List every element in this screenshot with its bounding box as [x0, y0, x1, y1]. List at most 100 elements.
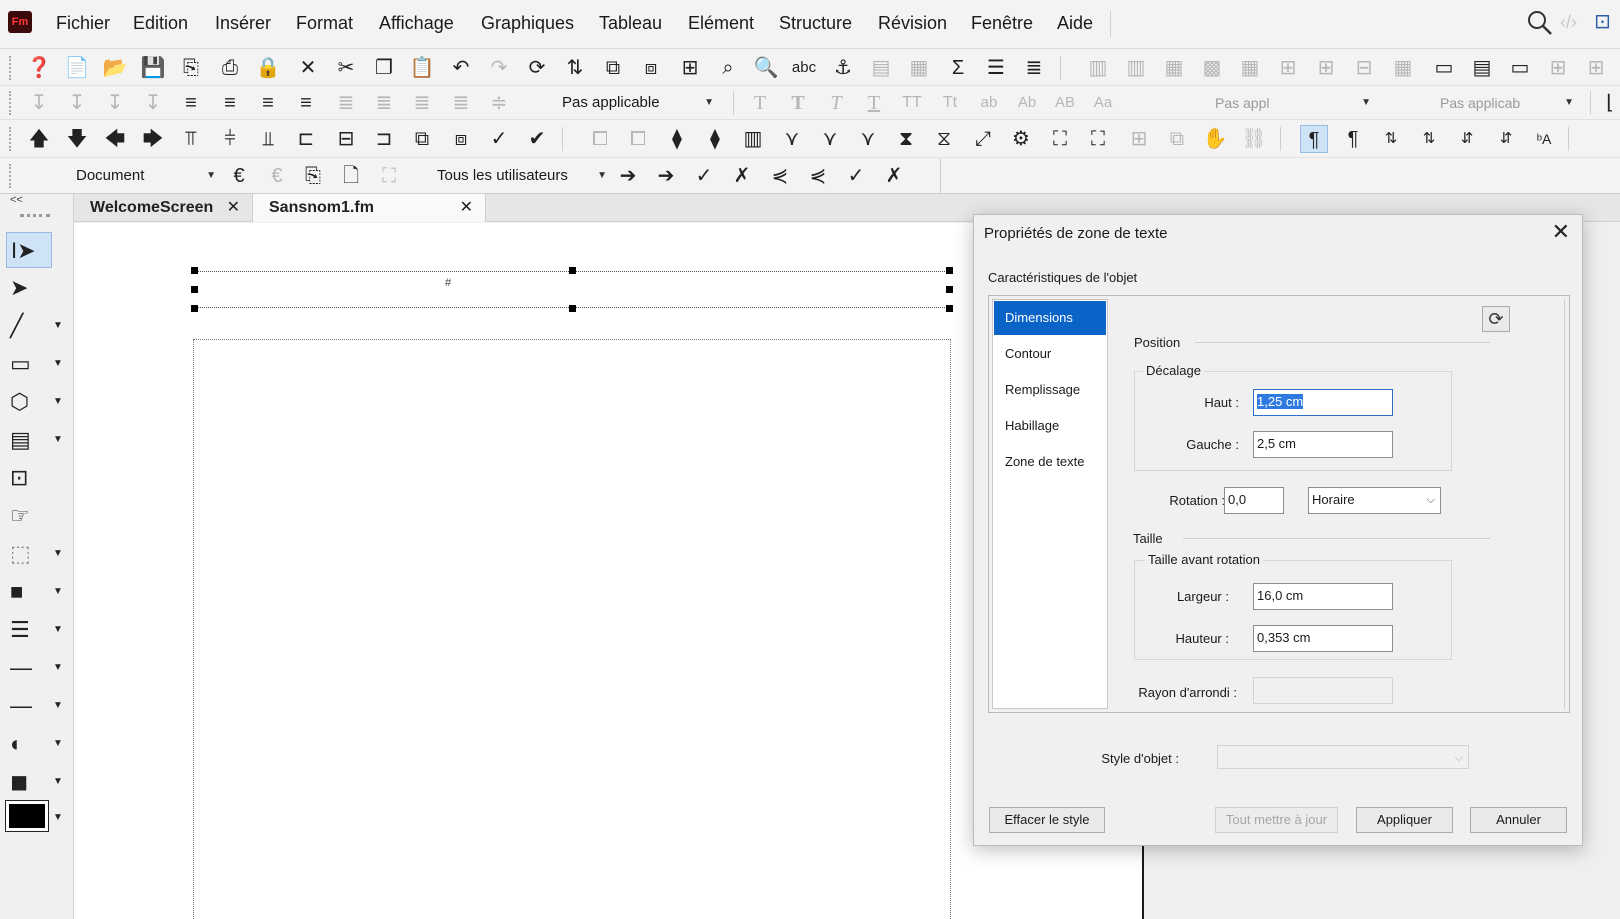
- category-dimensions[interactable]: Dimensions: [994, 301, 1106, 335]
- frame-icon[interactable]: ⛶: [1046, 125, 1074, 153]
- haut-field[interactable]: 1,25 cm: [1253, 389, 1393, 416]
- arrow-right-icon[interactable]: 🡆: [139, 125, 167, 153]
- align-objects-left-icon[interactable]: ⊏: [292, 125, 320, 153]
- table-grid-icon[interactable]: ▦: [1236, 54, 1264, 82]
- scale-icon[interactable]: ⤢: [969, 125, 997, 153]
- selection-handle[interactable]: [946, 305, 953, 312]
- overprint-tool[interactable]: ◼: [6, 764, 52, 800]
- corner-radius-field[interactable]: [1253, 677, 1393, 704]
- sort-desc-icon[interactable]: ⇅: [1415, 125, 1443, 153]
- page-layout-3-icon[interactable]: ▭: [1506, 54, 1534, 82]
- arrow-down-icon[interactable]: 🡇: [63, 125, 91, 153]
- toolbar-grip[interactable]: [9, 91, 11, 115]
- align-middle-icon[interactable]: ⫩: [216, 125, 244, 153]
- polygon-tool[interactable]: ⬡: [6, 384, 52, 420]
- code-view-icon[interactable]: ‹/›: [1560, 12, 1577, 33]
- cancel-button[interactable]: Annuler: [1470, 807, 1567, 833]
- text-italic-icon[interactable]: T: [822, 89, 850, 117]
- table-format-select[interactable]: Pas applicab ▼: [1440, 90, 1574, 116]
- rotation-direction-select[interactable]: Horaire ⌵: [1308, 487, 1441, 514]
- category-contour[interactable]: Contour: [994, 337, 1106, 371]
- text-bold-icon[interactable]: T: [784, 89, 812, 117]
- arrow-left-icon[interactable]: 🡄: [101, 125, 129, 153]
- menu-tableau[interactable]: Tableau: [599, 13, 662, 34]
- repeat-icon[interactable]: ⟳: [523, 54, 551, 82]
- copy-frame-icon[interactable]: ⧉: [1163, 125, 1191, 153]
- tab-stop-right-icon[interactable]: ↧: [101, 89, 129, 117]
- send-back-icon[interactable]: ⧈: [447, 125, 475, 153]
- compare-docs-icon[interactable]: ⎘: [299, 162, 327, 190]
- align-left-icon[interactable]: ≡: [177, 89, 205, 117]
- update-all-button[interactable]: Tout mettre à jour: [1215, 807, 1338, 833]
- bullet-list-icon[interactable]: ☰: [982, 54, 1010, 82]
- close-icon[interactable]: ✕: [227, 194, 240, 222]
- fill-tool[interactable]: ■: [6, 574, 52, 610]
- hand-pointer-tool[interactable]: ☞: [6, 498, 52, 534]
- table-insert-row-above-icon[interactable]: ▥: [1084, 54, 1112, 82]
- layers-front-icon[interactable]: ⧫: [663, 125, 691, 153]
- line-spacing-3-icon[interactable]: ≣: [408, 89, 436, 117]
- chevron-down-icon[interactable]: ▼: [53, 776, 63, 787]
- lock-icon[interactable]: 🔒: [254, 54, 282, 82]
- ungroup-icon[interactable]: ⧠: [624, 125, 652, 153]
- chevron-down-icon[interactable]: ▼: [53, 738, 63, 749]
- search-icon[interactable]: [1526, 9, 1554, 42]
- align-justify-icon[interactable]: ≡: [292, 89, 320, 117]
- cut-icon[interactable]: ✂: [332, 54, 360, 82]
- track-view-select[interactable]: Document ▼: [76, 163, 216, 189]
- menu-format[interactable]: Format: [296, 13, 353, 34]
- chevron-down-icon[interactable]: ▼: [53, 812, 63, 823]
- unsmooth-icon[interactable]: ⋎: [854, 125, 882, 153]
- reshape-icon[interactable]: ⋎: [778, 125, 806, 153]
- spellcheck-icon[interactable]: abc: [790, 54, 818, 82]
- page-layout-4-icon[interactable]: ⊞: [1544, 54, 1572, 82]
- menu-aide[interactable]: Aide: [1057, 13, 1093, 34]
- page-frame-icon[interactable]: ⛶: [375, 162, 403, 190]
- table-add-col-icon[interactable]: ⊞: [1312, 54, 1340, 82]
- chevron-down-icon[interactable]: ▼: [53, 586, 63, 597]
- menu-revision[interactable]: Révision: [878, 13, 947, 34]
- bring-front-icon[interactable]: ⧉: [408, 125, 436, 153]
- menu-graphiques[interactable]: Graphiques: [481, 13, 574, 34]
- header-text-frame[interactable]: [194, 271, 949, 308]
- text-lowercase-icon[interactable]: ab: [975, 89, 1003, 117]
- anchor-icon[interactable]: ⚓: [829, 54, 857, 82]
- close-icon[interactable]: ✕: [460, 194, 473, 222]
- space-above-icon[interactable]: ≑: [485, 89, 513, 117]
- smooth-icon[interactable]: ⋎: [816, 125, 844, 153]
- copy-icon[interactable]: ❐: [370, 54, 398, 82]
- text-overline-icon[interactable]: TT: [898, 89, 926, 117]
- toolbar-grip[interactable]: [9, 56, 11, 80]
- paragraph-format-select[interactable]: Pas applicable ▼: [562, 90, 714, 116]
- largeur-field[interactable]: 16,0 cm: [1253, 583, 1393, 610]
- sort-num-desc-icon[interactable]: ⇵: [1492, 125, 1520, 153]
- page-icon[interactable]: 🗋: [337, 162, 365, 190]
- align-center-icon[interactable]: ≡: [216, 89, 244, 117]
- zoom-icon[interactable]: 🔍: [752, 54, 780, 82]
- accept-all-changes-icon[interactable]: ✓: [842, 162, 870, 190]
- insert-table-icon[interactable]: ⊞: [676, 54, 704, 82]
- tab-stop-decimal-icon[interactable]: ↧: [139, 89, 167, 117]
- reject-all-icon[interactable]: ⋞: [804, 162, 832, 190]
- insert-xref-icon[interactable]: ⧈: [637, 54, 665, 82]
- save-icon[interactable]: 💾: [139, 54, 167, 82]
- tab-stop-left-icon[interactable]: ↧: [25, 89, 53, 117]
- grid-icon[interactable]: ▦: [905, 54, 933, 82]
- marquee-tool[interactable]: ⬚: [6, 536, 52, 572]
- category-remplissage[interactable]: Remplissage: [994, 373, 1106, 407]
- table-add-row-icon[interactable]: ⊞: [1274, 54, 1302, 82]
- line-end-tool[interactable]: —: [6, 688, 52, 724]
- chevron-down-icon[interactable]: ▼: [53, 700, 63, 711]
- menu-element[interactable]: Elément: [688, 13, 754, 34]
- undo-icon[interactable]: ↶: [447, 54, 475, 82]
- page-layout-2-icon[interactable]: ▤: [1468, 54, 1496, 82]
- chevron-down-icon[interactable]: ▼: [53, 320, 63, 331]
- sort-asc-icon[interactable]: ⇅: [1377, 125, 1405, 153]
- align-objects-right-icon[interactable]: ⊐: [370, 125, 398, 153]
- hand-tool-icon[interactable]: ✋: [1201, 125, 1229, 153]
- palette-grip[interactable]: [20, 214, 50, 220]
- text-frame-tool[interactable]: ▤: [6, 422, 52, 458]
- paste-icon[interactable]: 📋: [408, 54, 436, 82]
- line-style-tool[interactable]: —: [6, 650, 52, 686]
- text-direction-icon[interactable]: ᵇA: [1530, 125, 1558, 153]
